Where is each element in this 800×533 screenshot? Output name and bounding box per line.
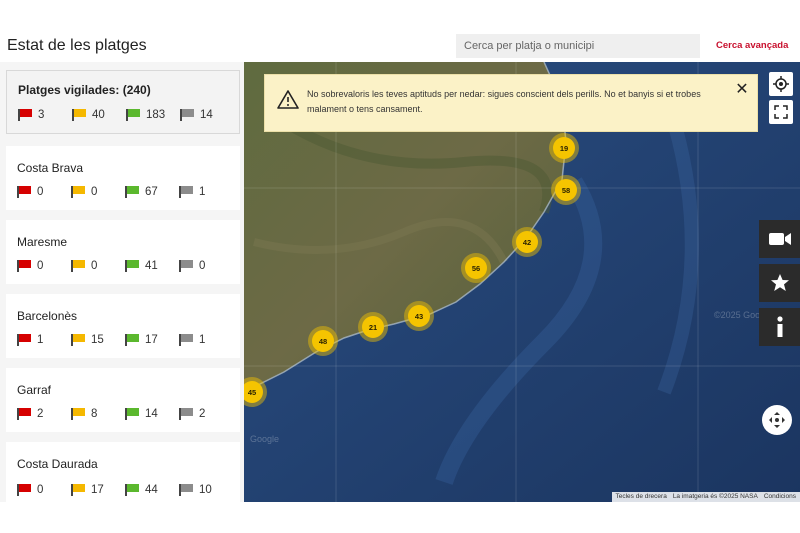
crosshair-icon[interactable] (769, 72, 793, 96)
region-card[interactable]: Costa Daurada 0 17 44 10 (6, 442, 240, 502)
summary-card[interactable]: Platges vigilades: (240) 3 40 183 14 (6, 70, 240, 134)
keyboard-shortcuts-link[interactable]: Tecles de drecera (616, 492, 667, 502)
grey-flag-count: 1 (179, 334, 233, 346)
page: Estat de les platges Cerca avançada Plat… (0, 0, 800, 533)
fullscreen-icon[interactable] (769, 100, 793, 124)
red-flag-count: 0 (17, 484, 71, 496)
beach-cluster-marker[interactable]: 58 (555, 179, 577, 201)
search-input[interactable] (456, 34, 700, 58)
region-name: Maresme (17, 235, 68, 249)
red-flag-icon (17, 186, 31, 198)
red-flag-count: 0 (17, 186, 71, 198)
green-flag-icon (126, 109, 140, 121)
region-name: Costa Brava (17, 161, 84, 175)
video-camera-icon[interactable] (759, 220, 800, 258)
sidebar: Platges vigilades: (240) 3 40 183 14 Cos… (0, 62, 244, 502)
beach-cluster-marker[interactable]: 43 (408, 305, 430, 327)
red-flag-count: 2 (17, 408, 71, 420)
grey-flag-icon (180, 109, 194, 121)
red-flag-icon (18, 109, 32, 121)
yellow-flag-count: 15 (71, 334, 125, 346)
info-icon[interactable] (759, 308, 800, 346)
region-card[interactable]: Barcelonès 1 15 17 1 (6, 294, 240, 358)
green-flag-icon (125, 408, 139, 420)
satellite-map[interactable]: Google ©2025 Google 19 58 42 56 43 21 48… (244, 62, 800, 502)
beach-cluster-marker[interactable]: 48 (312, 330, 334, 352)
summary-title: Platges vigilades: (240) (18, 83, 151, 97)
beach-cluster-marker[interactable]: 42 (516, 231, 538, 253)
yellow-flag-count: 0 (71, 260, 125, 272)
green-flag-icon (125, 260, 139, 272)
move-arrows-icon[interactable] (762, 405, 792, 435)
green-flag-count: 67 (125, 186, 179, 198)
beach-cluster-marker[interactable]: 21 (362, 316, 384, 338)
grey-flag-icon (179, 334, 193, 346)
green-flag-icon (125, 186, 139, 198)
region-card[interactable]: Maresme 0 0 41 0 (6, 220, 240, 284)
green-flag-icon (125, 334, 139, 346)
grey-flag-icon (179, 484, 193, 496)
advanced-search-link[interactable]: Cerca avançada (716, 40, 788, 51)
grey-flag-count: 1 (179, 186, 233, 198)
yellow-flag-icon (71, 334, 85, 346)
region-card[interactable]: Garraf 2 8 14 2 (6, 368, 240, 432)
green-flag-count: 183 (126, 109, 180, 121)
grey-flag-icon (179, 186, 193, 198)
yellow-flag-icon (71, 484, 85, 496)
warning-icon (277, 90, 299, 109)
terms-link[interactable]: Condicions (764, 492, 796, 502)
warning-banner: No sobrevaloris les teves aptituds per n… (264, 74, 758, 132)
red-flag-icon (17, 334, 31, 346)
yellow-flag-count: 0 (71, 186, 125, 198)
yellow-flag-count: 40 (72, 109, 126, 121)
imagery-credit: La imatgeria és ©2025 NASA (672, 493, 758, 500)
grey-flag-count: 2 (179, 408, 233, 420)
red-flag-count: 0 (17, 260, 71, 272)
map-attribution: Tecles de drecera La imatgeria és ©2025 … (611, 492, 800, 502)
grey-flag-icon (179, 260, 193, 272)
yellow-flag-count: 17 (71, 484, 125, 496)
yellow-flag-count: 8 (71, 408, 125, 420)
region-name: Costa Daurada (17, 457, 98, 471)
red-flag-count: 3 (18, 109, 72, 121)
star-icon[interactable] (759, 264, 800, 302)
green-flag-count: 44 (125, 484, 179, 496)
beach-cluster-marker[interactable]: 19 (553, 137, 575, 159)
green-flag-count: 17 (125, 334, 179, 346)
grey-flag-count: 0 (179, 260, 233, 272)
yellow-flag-icon (71, 408, 85, 420)
beach-cluster-marker[interactable]: 56 (465, 257, 487, 279)
yellow-flag-icon (71, 186, 85, 198)
yellow-flag-icon (72, 109, 86, 121)
region-name: Barcelonès (17, 309, 78, 323)
region-name: Garraf (17, 383, 52, 397)
header: Estat de les platges Cerca avançada (0, 0, 800, 62)
grey-flag-count: 14 (180, 109, 234, 121)
yellow-flag-icon (71, 260, 85, 272)
red-flag-icon (17, 484, 31, 496)
red-flag-count: 1 (17, 334, 71, 346)
summary-flags: 3 40 183 14 (18, 109, 238, 121)
green-flag-count: 41 (125, 260, 179, 272)
close-icon[interactable]: ✕ (735, 82, 749, 98)
page-title: Estat de les platges (7, 37, 147, 54)
red-flag-icon (17, 408, 31, 420)
grey-flag-icon (179, 408, 193, 420)
green-flag-count: 14 (125, 408, 179, 420)
region-card[interactable]: Costa Brava 0 0 67 1 (6, 146, 240, 210)
red-flag-icon (17, 260, 31, 272)
green-flag-icon (125, 484, 139, 496)
google-watermark: Google (250, 434, 280, 444)
grey-flag-count: 10 (179, 484, 233, 496)
warning-text: No sobrevaloris les teves aptituds per n… (307, 89, 701, 114)
